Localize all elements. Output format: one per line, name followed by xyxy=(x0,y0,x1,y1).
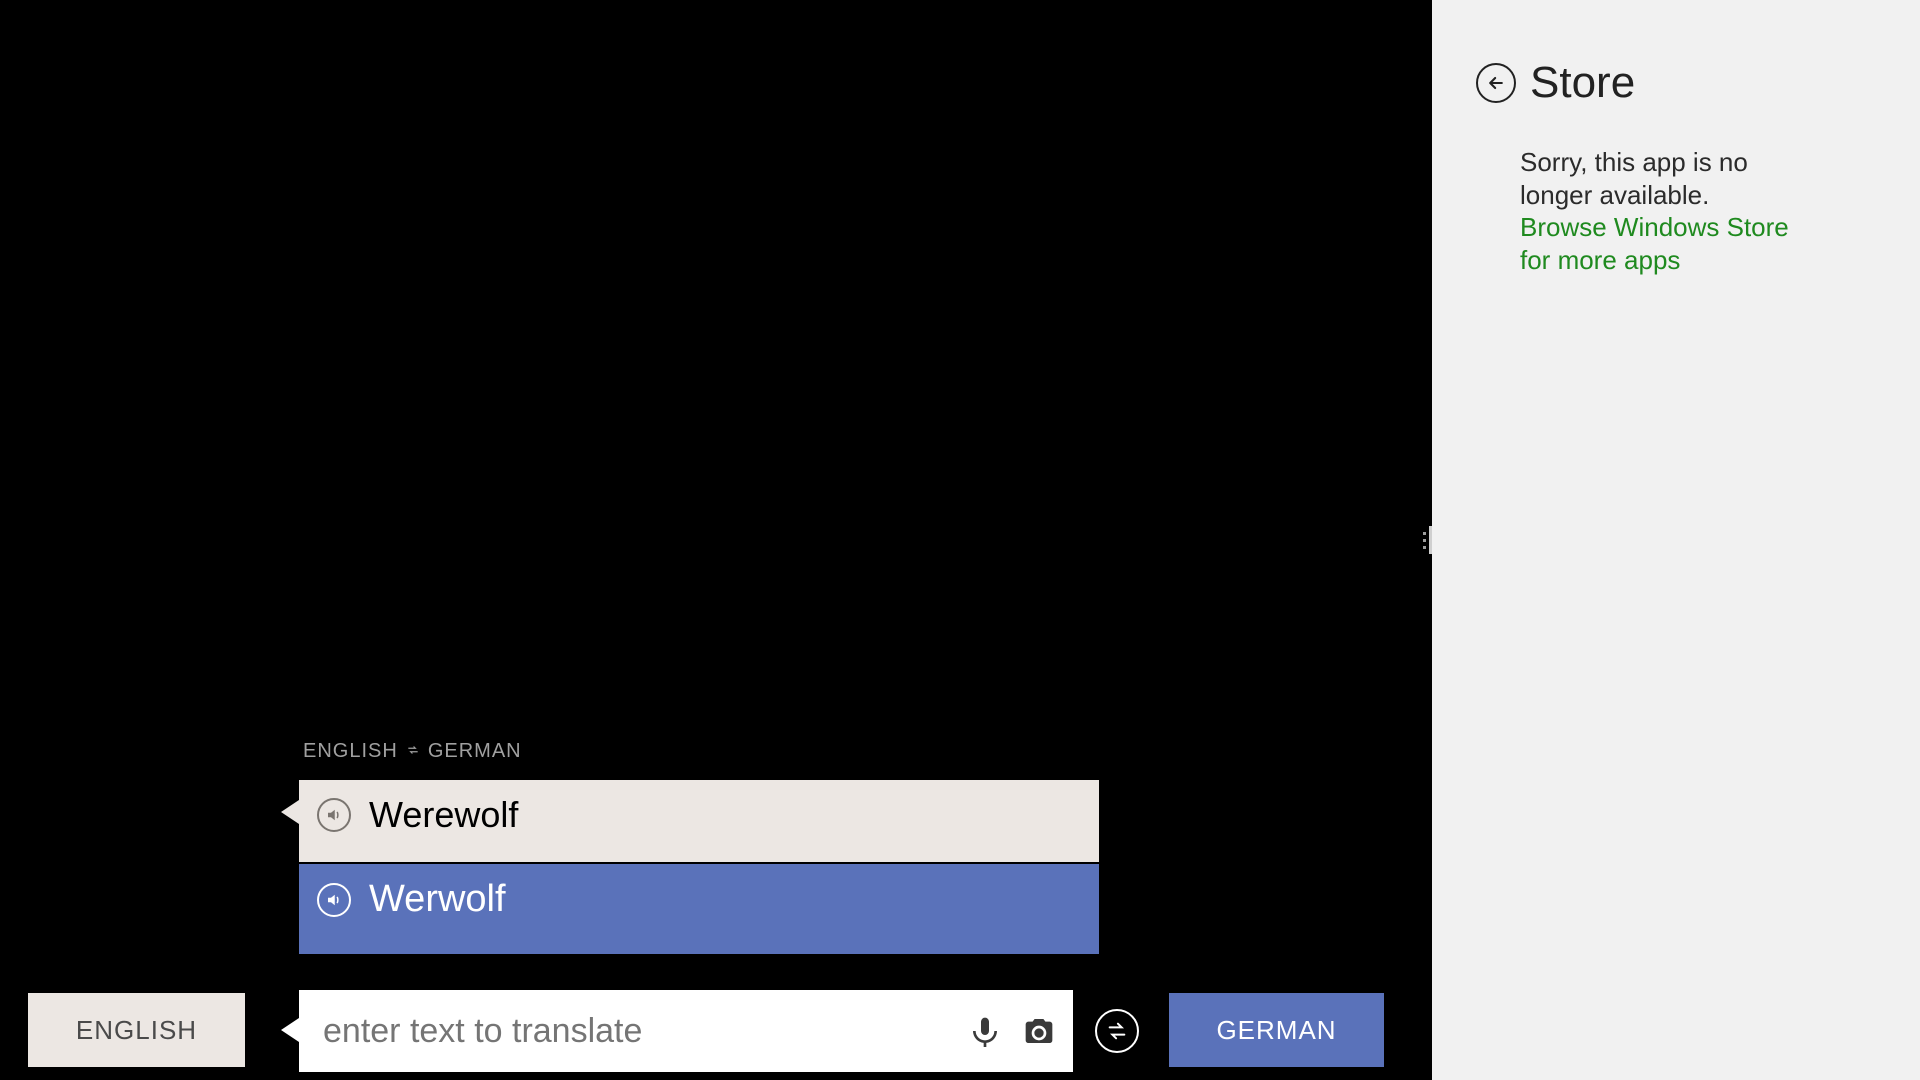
microphone-icon[interactable] xyxy=(967,1013,1003,1049)
target-lang-label: GERMAN xyxy=(428,740,522,763)
target-translation-bubble[interactable]: Werwolf xyxy=(299,864,1099,954)
speak-target-button[interactable] xyxy=(317,883,351,917)
store-title: Store xyxy=(1530,58,1635,108)
source-language-button[interactable]: ENGLISH xyxy=(28,993,245,1067)
translate-input-container xyxy=(299,990,1073,1072)
swap-languages-button[interactable] xyxy=(1095,1009,1139,1053)
input-tail xyxy=(281,1018,299,1042)
bubble-tail xyxy=(281,800,299,824)
translate-input[interactable] xyxy=(323,1012,949,1051)
store-message: Sorry, this app is no longer available. … xyxy=(1432,108,1852,276)
store-message-text: Sorry, this app is no longer available. xyxy=(1520,147,1748,210)
target-language-button-label: GERMAN xyxy=(1216,1015,1336,1046)
speak-source-button[interactable] xyxy=(317,798,351,832)
store-header: Store xyxy=(1432,0,1920,108)
source-language-button-label: ENGLISH xyxy=(76,1015,197,1046)
translator-app: ENGLISH GERMAN Werewolf xyxy=(0,0,1409,1080)
store-panel: Store Sorry, this app is no longer avail… xyxy=(1432,0,1920,1080)
divider-handle-icon xyxy=(1420,526,1432,554)
back-button[interactable] xyxy=(1476,63,1516,103)
language-pair-label: ENGLISH GERMAN xyxy=(303,740,522,763)
source-text: Werewolf xyxy=(369,794,518,836)
source-translation-bubble[interactable]: Werewolf xyxy=(299,780,1099,862)
target-text: Werwolf xyxy=(369,878,506,921)
camera-icon[interactable] xyxy=(1021,1013,1057,1049)
browse-store-link[interactable]: Browse Windows Store for more apps xyxy=(1520,212,1789,275)
snap-divider[interactable] xyxy=(1409,0,1432,1080)
target-language-button[interactable]: GERMAN xyxy=(1169,993,1384,1067)
swap-arrows-icon xyxy=(406,740,420,763)
source-lang-label: ENGLISH xyxy=(303,740,398,763)
